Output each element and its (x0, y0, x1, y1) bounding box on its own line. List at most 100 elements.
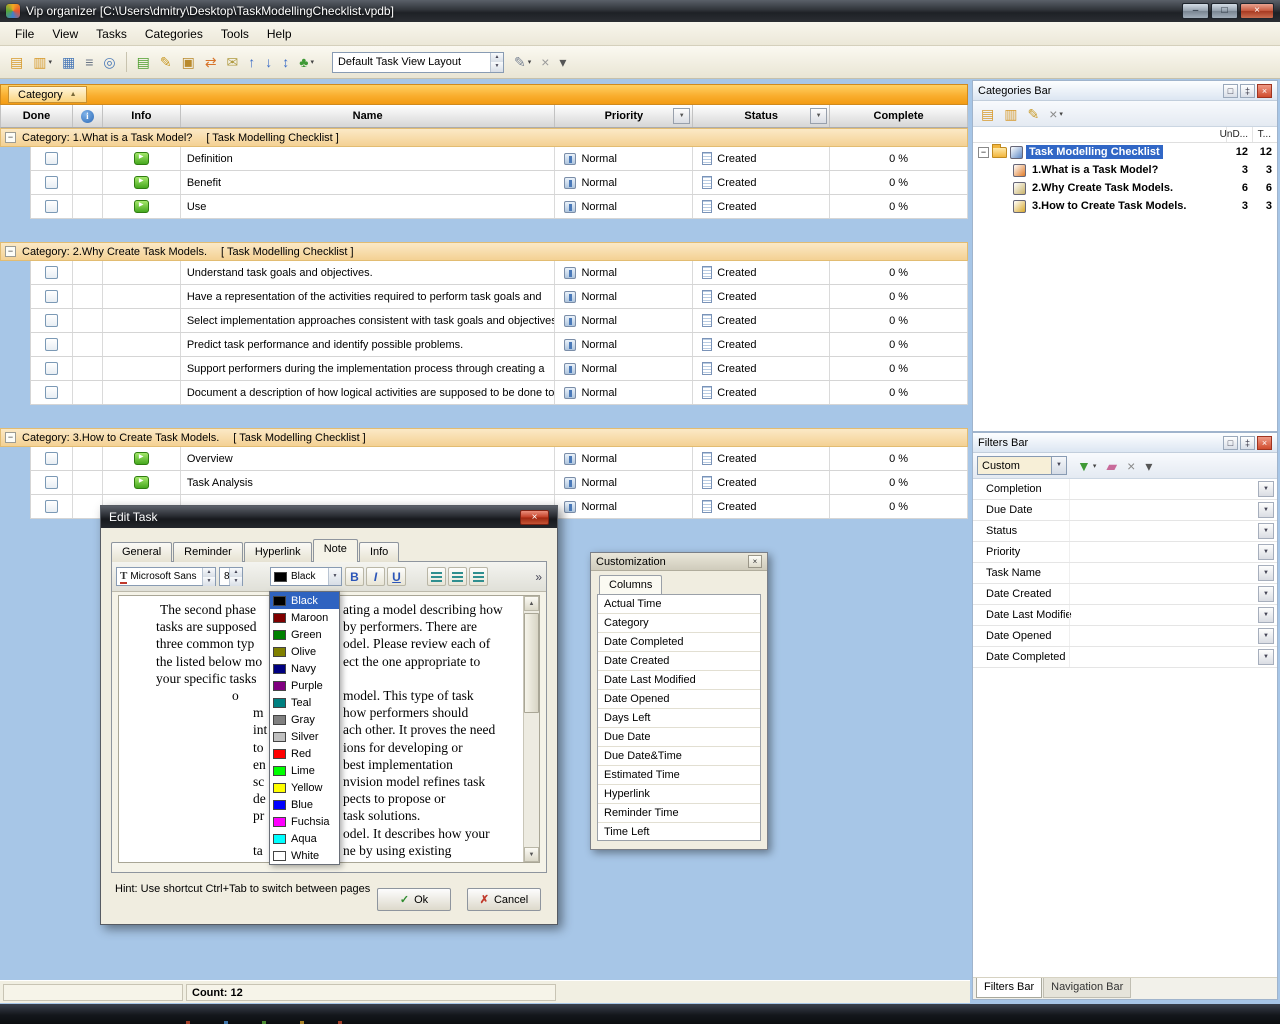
menu-tools[interactable]: Tools (212, 23, 258, 45)
color-option-teal[interactable]: Teal (270, 694, 339, 711)
done-checkbox[interactable] (45, 314, 58, 327)
column-item-days-left[interactable]: Days Left (598, 709, 760, 728)
collapse-icon[interactable]: − (5, 432, 16, 443)
filter-dropdown-button[interactable]: ▼ (1258, 544, 1274, 560)
filter-row-date-created[interactable]: Date Created ▼ (973, 584, 1277, 605)
filter-row-status[interactable]: Status ▼ (973, 521, 1277, 542)
note-scrollbar[interactable]: ▲ ▼ (523, 596, 539, 862)
color-option-black[interactable]: Black (270, 592, 339, 609)
column-header-info[interactable]: Info (103, 105, 181, 127)
notes-button[interactable]: ♣ ▾ (295, 50, 318, 74)
filter-row-date-completed[interactable]: Date Completed ▼ (973, 647, 1277, 668)
align-left-button[interactable] (427, 567, 446, 586)
category-group-header[interactable]: − Category: 1.What is a Task Model? [ Ta… (0, 128, 968, 147)
done-checkbox[interactable] (45, 452, 58, 465)
toolbar-options-button[interactable]: ▾ (555, 50, 570, 74)
note-icon[interactable] (134, 176, 149, 189)
task-row[interactable]: Use Normal Created 0 % (30, 195, 968, 219)
dialog-tab-reminder[interactable]: Reminder (173, 542, 243, 562)
filter-dropdown-button[interactable]: ▼ (1258, 565, 1274, 581)
size-spinner[interactable]: ▲▼ (229, 568, 242, 585)
done-checkbox[interactable] (45, 500, 58, 513)
task-row[interactable]: Understand task goals and objectives. No… (30, 261, 968, 285)
filter-row-task-name[interactable]: Task Name ▼ (973, 563, 1277, 584)
column-item-date-last-modified[interactable]: Date Last Modified (598, 671, 760, 690)
spin-up-icon[interactable]: ▲ (491, 53, 503, 63)
column-header-done[interactable]: Done (1, 105, 73, 127)
maximize-button[interactable]: □ (1211, 3, 1238, 19)
font-size-combo[interactable]: 8 ▲▼ (219, 567, 243, 586)
priority-filter-button[interactable]: ▼ (673, 108, 690, 124)
dialog-tab-note[interactable]: Note (313, 539, 358, 562)
color-option-white[interactable]: White (270, 847, 339, 864)
color-option-maroon[interactable]: Maroon (270, 609, 339, 626)
dock-tab-navigation-bar[interactable]: Navigation Bar (1043, 978, 1131, 998)
note-icon[interactable] (134, 152, 149, 165)
float-button[interactable]: □ (1223, 436, 1238, 450)
menu-tasks[interactable]: Tasks (87, 23, 136, 45)
column-header-info-icon[interactable] (73, 105, 103, 127)
column-item-category[interactable]: Category (598, 614, 760, 633)
print-preview-button[interactable]: ◎ (99, 50, 119, 74)
color-option-olive[interactable]: Olive (270, 643, 339, 660)
customization-tab-columns[interactable]: Columns (599, 575, 662, 594)
category-tree-row[interactable]: − Task Modelling Checklist 12 12 (973, 143, 1277, 161)
spin-down-icon[interactable]: ▼ (230, 577, 242, 586)
category-label[interactable]: Task Modelling Checklist (1026, 145, 1163, 159)
done-checkbox[interactable] (45, 386, 58, 399)
auto-hide-pin-button[interactable]: ‡ (1240, 84, 1255, 98)
clear-filter-button[interactable]: ▰ (1102, 454, 1121, 478)
done-checkbox[interactable] (45, 338, 58, 351)
font-color-combo[interactable]: Black ▼ (270, 567, 342, 586)
scroll-down-icon[interactable]: ▼ (524, 847, 539, 862)
underline-button[interactable]: U (387, 567, 406, 586)
combo-arrow-icon[interactable]: ▼ (328, 568, 341, 585)
collapse-icon[interactable]: − (5, 246, 16, 257)
task-row[interactable]: Task Analysis Normal Created 0 % (30, 471, 968, 495)
column-item-due-date-time[interactable]: Due Date&Time (598, 747, 760, 766)
filter-dropdown-button[interactable]: ▼ (1258, 481, 1274, 497)
column-item-time-left[interactable]: Time Left (598, 823, 760, 841)
column-item-actual-time[interactable]: Actual Time (598, 595, 760, 614)
color-option-red[interactable]: Red (270, 745, 339, 762)
sync-button[interactable]: ↕ (278, 50, 293, 74)
open-database-button[interactable]: ▥ ▾ (29, 50, 56, 74)
dock-tab-filters-bar[interactable]: Filters Bar (976, 978, 1042, 998)
delete-category-button[interactable]: × ▾ (1045, 102, 1067, 126)
color-option-green[interactable]: Green (270, 626, 339, 643)
category-label[interactable]: 2.Why Create Task Models. (1029, 181, 1176, 195)
duplicate-task-button[interactable]: ▣ (178, 50, 199, 74)
italic-button[interactable]: I (366, 567, 385, 586)
task-row[interactable]: Benefit Normal Created 0 % (30, 171, 968, 195)
done-checkbox[interactable] (45, 362, 58, 375)
filter-row-priority[interactable]: Priority ▼ (973, 542, 1277, 563)
column-item-due-date[interactable]: Due Date (598, 728, 760, 747)
layout-settings-button[interactable]: ✎ ▾ (510, 50, 535, 74)
float-button[interactable]: □ (1223, 84, 1238, 98)
combo-spinner[interactable]: ▲▼ (490, 53, 503, 72)
filter-row-completion[interactable]: Completion ▼ (973, 479, 1277, 500)
task-row[interactable]: Predict task performance and identify po… (30, 333, 968, 357)
filter-row-date-opened[interactable]: Date Opened ▼ (973, 626, 1277, 647)
note-icon[interactable] (134, 476, 149, 489)
category-group-header[interactable]: − Category: 3.How to Create Task Models.… (0, 428, 968, 447)
new-category-button[interactable]: ▤ (977, 102, 998, 126)
bold-button[interactable]: B (345, 567, 364, 586)
filter-dropdown-button[interactable]: ▼ (1258, 523, 1274, 539)
filter-dropdown-button[interactable]: ▼ (1258, 502, 1274, 518)
color-option-gray[interactable]: Gray (270, 711, 339, 728)
spin-down-icon[interactable]: ▼ (203, 577, 215, 586)
color-option-lime[interactable]: Lime (270, 762, 339, 779)
expand-collapse-icon[interactable]: − (978, 147, 989, 158)
minimize-button[interactable]: – (1182, 3, 1209, 19)
done-checkbox[interactable] (45, 266, 58, 279)
cancel-button[interactable]: ✗ Cancel (467, 888, 541, 911)
dialog-tab-general[interactable]: General (111, 542, 172, 562)
column-item-date-created[interactable]: Date Created (598, 652, 760, 671)
column-header-status[interactable]: Status ▼ (693, 105, 830, 127)
new-task-button[interactable]: ▤ (133, 50, 154, 74)
done-checkbox[interactable] (45, 476, 58, 489)
column-item-date-completed[interactable]: Date Completed (598, 633, 760, 652)
windows-taskbar[interactable] (0, 1004, 1280, 1024)
new-database-button[interactable]: ▤ (6, 50, 27, 74)
